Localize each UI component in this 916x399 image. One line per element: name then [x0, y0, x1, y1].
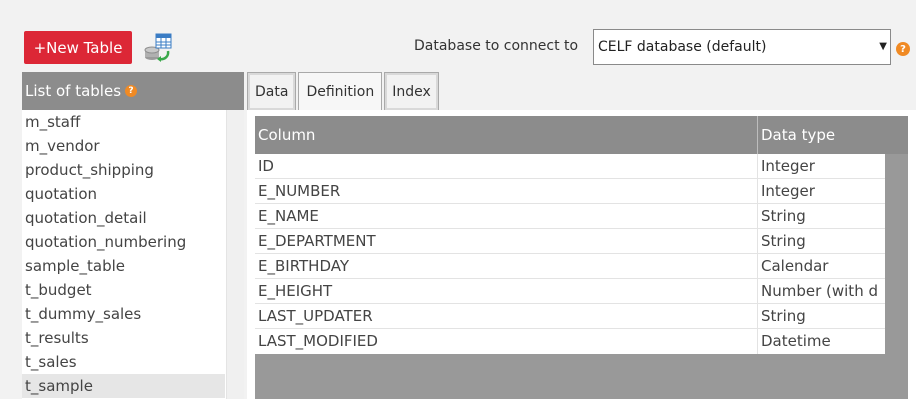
tables-list-scrollbar[interactable] — [226, 110, 244, 399]
cell-data-type: Integer — [761, 182, 815, 200]
cell-data-type: Datetime — [761, 332, 831, 350]
column-divider — [757, 229, 758, 253]
chevron-down-icon: ▼ — [879, 41, 887, 52]
column-divider — [757, 329, 758, 354]
column-divider — [757, 116, 758, 154]
definition-grid: Column Data type ID Integer E_NUMBER Int… — [255, 116, 908, 399]
app-root: +New Table Database to connect to CELF d… — [0, 0, 916, 399]
table-list-item[interactable]: m_staff — [22, 110, 225, 134]
tables-panel-title: List of tables — [25, 82, 122, 100]
database-select[interactable]: CELF database (default) ▼ — [593, 29, 891, 65]
table-row[interactable]: E_DEPARTMENT String — [255, 229, 885, 254]
column-divider — [757, 304, 758, 328]
table-list-item[interactable]: quotation_detail — [22, 206, 225, 230]
table-row[interactable]: E_NUMBER Integer — [255, 179, 885, 204]
help-icon[interactable]: ? — [125, 85, 138, 97]
tables-list[interactable]: m_staff m_vendor product_shipping quotat… — [22, 110, 244, 399]
table-row[interactable]: E_NAME String — [255, 204, 885, 229]
column-divider — [757, 154, 758, 178]
database-select-value: CELF database (default) — [598, 39, 767, 55]
table-list-item[interactable]: t_budget — [22, 278, 225, 302]
column-header-data-type[interactable]: Data type — [761, 116, 835, 154]
column-divider — [757, 254, 758, 278]
table-list-item[interactable]: t_results — [22, 326, 225, 350]
table-list-item[interactable]: sample_table — [22, 254, 225, 278]
table-row[interactable]: LAST_MODIFIED Datetime — [255, 329, 885, 354]
cell-data-type: Calendar — [761, 257, 829, 275]
cell-data-type: String — [761, 207, 806, 225]
database-label: Database to connect to — [414, 38, 579, 54]
table-row[interactable]: LAST_UPDATER String — [255, 304, 885, 329]
column-header-column[interactable]: Column — [258, 116, 315, 154]
column-divider — [757, 179, 758, 203]
cell-data-type: Integer — [761, 157, 815, 175]
cell-column: ID — [258, 157, 274, 175]
grid-header-endcap — [885, 116, 908, 154]
grid-header: Column Data type — [255, 116, 908, 154]
table-list-item[interactable]: m_vendor — [22, 134, 225, 158]
cell-column: E_BIRTHDAY — [258, 257, 350, 275]
cell-data-type: String — [761, 307, 806, 325]
tab-bar: Data Definition Index — [247, 72, 441, 110]
tab-index[interactable]: Index — [384, 72, 439, 110]
table-row[interactable]: E_HEIGHT Number (with d — [255, 279, 885, 304]
new-table-button[interactable]: +New Table — [24, 31, 132, 64]
help-icon[interactable]: ? — [896, 42, 910, 56]
column-divider — [757, 204, 758, 228]
table-list-item[interactable]: product_shipping — [22, 158, 225, 182]
cell-column: E_DEPARTMENT — [258, 232, 376, 250]
table-list-item-selected[interactable]: t_sample — [22, 374, 225, 398]
cell-column: E_HEIGHT — [258, 282, 333, 300]
grid-scrollbar[interactable] — [885, 154, 908, 354]
table-list-item[interactable]: quotation — [22, 182, 225, 206]
table-list-item[interactable]: t_sales — [22, 350, 225, 374]
cell-column: LAST_UPDATER — [258, 307, 373, 325]
database-table-icon[interactable] — [142, 33, 174, 63]
cell-data-type: String — [761, 232, 806, 250]
column-divider — [757, 279, 758, 303]
cell-column: LAST_MODIFIED — [258, 332, 378, 350]
tab-definition[interactable]: Definition — [298, 72, 383, 110]
cell-column: E_NAME — [258, 207, 319, 225]
cell-column: E_NUMBER — [258, 182, 341, 200]
cell-data-type: Number (with d — [761, 282, 878, 300]
table-list-item[interactable]: t_dummy_sales — [22, 302, 225, 326]
table-row[interactable]: E_BIRTHDAY Calendar — [255, 254, 885, 279]
table-list-item[interactable]: quotation_numbering — [22, 230, 225, 254]
table-row[interactable]: ID Integer — [255, 154, 885, 179]
tables-panel-header: List of tables ? — [22, 72, 244, 110]
tab-data[interactable]: Data — [247, 72, 297, 110]
definition-panel: Column Data type ID Integer E_NUMBER Int… — [247, 110, 916, 399]
grid-body: ID Integer E_NUMBER Integer E_NAME Strin… — [255, 154, 885, 354]
